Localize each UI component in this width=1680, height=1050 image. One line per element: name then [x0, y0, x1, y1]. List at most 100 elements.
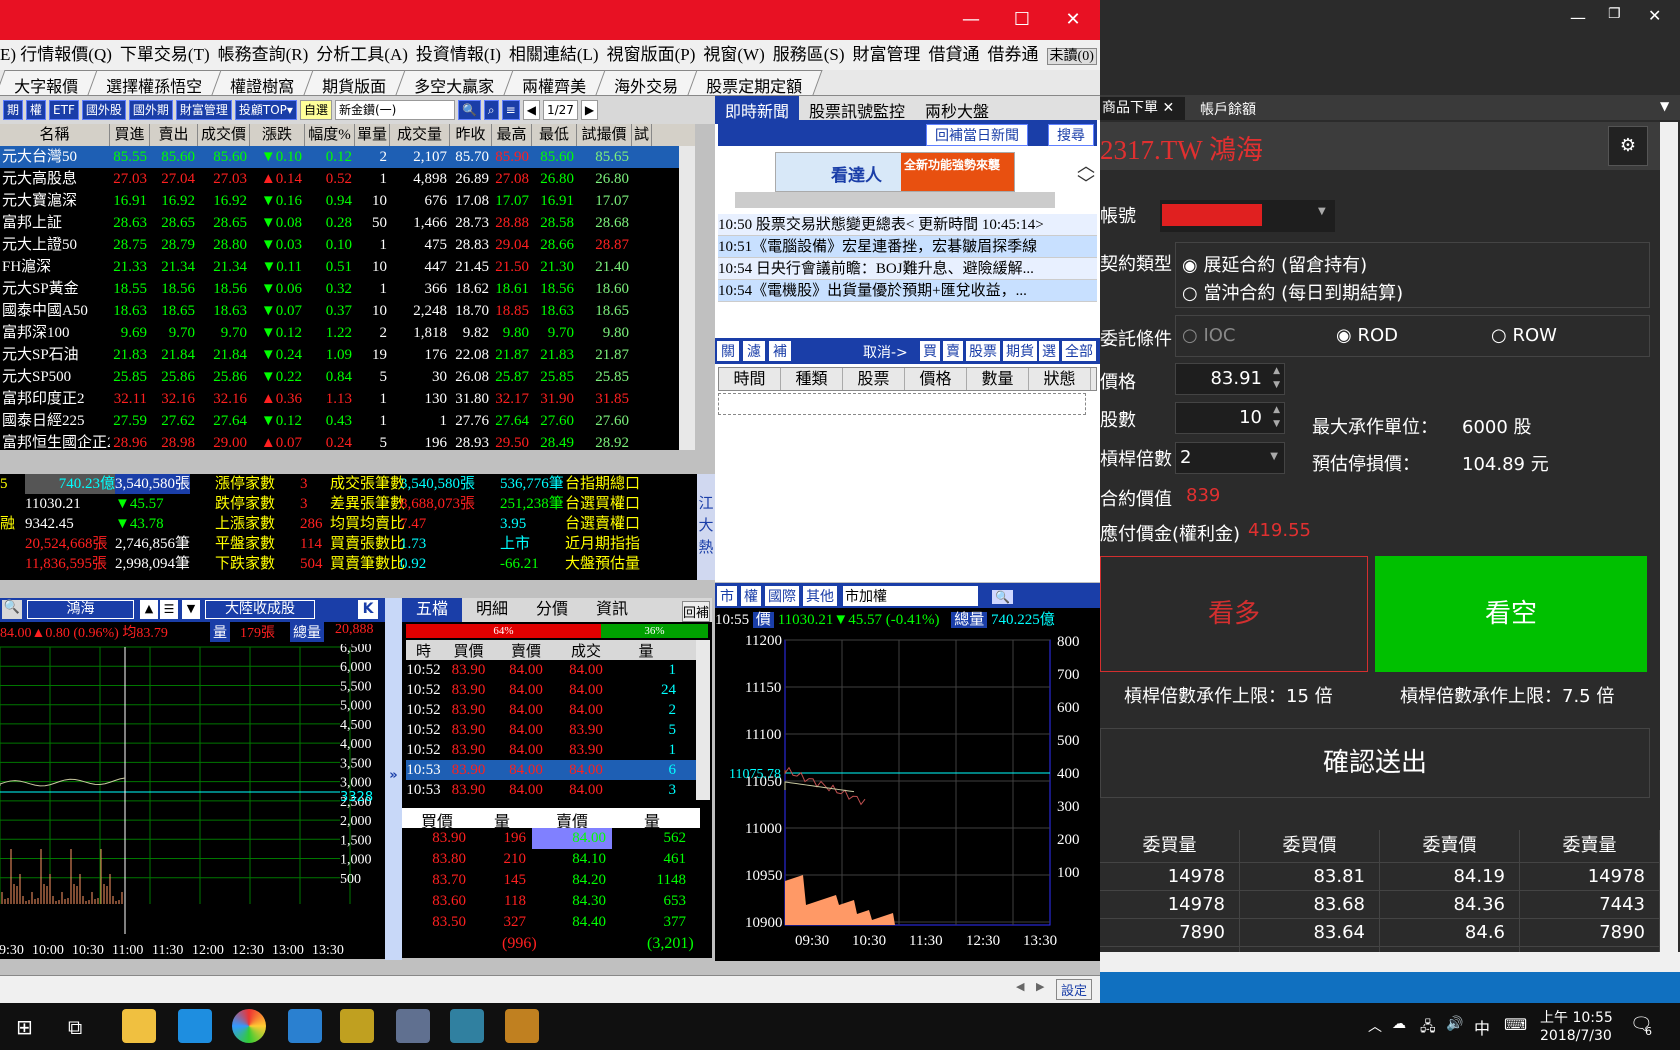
terminal-app-icon[interactable]: [450, 1009, 484, 1043]
ad-scrollbar[interactable]: [735, 192, 1055, 208]
five-tab[interactable]: 資訊: [582, 598, 642, 622]
search-icon[interactable]: 🔍: [2, 600, 22, 619]
book-row[interactable]: 83.70 145 84.20 1148: [402, 870, 700, 891]
toolbar-button[interactable]: 投顧TOP▾: [234, 100, 297, 120]
book-row[interactable]: 83.90 196 84.00 562: [402, 828, 700, 849]
contract-opt-daytrade[interactable]: ○ 當沖合約 (每日到期結算): [1182, 279, 1403, 305]
down-arrow-icon[interactable]: ▼: [182, 600, 200, 619]
task-view-icon[interactable]: ⧉: [68, 1015, 82, 1039]
quote-row[interactable]: 國泰中國A50 18.63 18.65 18.63 ▼0.07 0.37 10 2,248 18…: [0, 300, 695, 322]
zoom-icon[interactable]: ⌕: [483, 100, 499, 120]
rbook-row[interactable]: 14978 83.81 84.19 14978: [1100, 862, 1660, 891]
quote-row[interactable]: 富邦深100 9.69 9.70 9.70 ▼0.12 1.22 2 1,818 9.82 9.8…: [0, 322, 695, 344]
volume-icon[interactable]: 🔊: [1446, 1016, 1463, 1032]
menu-item[interactable]: 借貸通: [929, 45, 980, 64]
edge-browser-icon[interactable]: [178, 1009, 212, 1043]
news-search-button[interactable]: 搜尋: [1048, 124, 1094, 146]
order-tool-button[interactable]: 濾: [743, 341, 765, 361]
quote-row[interactable]: 國泰日經225 27.59 27.62 27.64 ▼0.12 0.43 1 1 27.76 27…: [0, 410, 695, 432]
tick-row[interactable]: 10:52 83.90 84.00 84.00 24: [406, 680, 696, 700]
order-filter-button[interactable]: 股票: [966, 341, 1000, 361]
app-scrollbar[interactable]: [1660, 122, 1678, 952]
expand-panel-button[interactable]: »: [385, 598, 402, 960]
quote-col-header[interactable]: 名稱: [0, 124, 110, 146]
chevron-down-icon[interactable]: ﹀: [1077, 170, 1095, 196]
menu-item[interactable]: E) 行情報價(Q): [0, 45, 112, 64]
cond-row[interactable]: ○ ROW: [1491, 325, 1557, 346]
page-prev-icon[interactable]: ◀: [522, 100, 540, 120]
menu-item[interactable]: 視窗版面(P): [607, 45, 696, 64]
ime-indicator[interactable]: 中: [1474, 1015, 1490, 1039]
order-tool-button[interactable]: 補: [769, 341, 791, 361]
account-select[interactable]: ▼: [1160, 200, 1335, 232]
quote-col-header[interactable]: 單量: [355, 124, 390, 146]
clock-time[interactable]: 上午 10:55: [1540, 1007, 1613, 1027]
tab-balance[interactable]: 帳戶餘額: [1200, 99, 1256, 119]
list-icon[interactable]: ☰: [160, 600, 178, 619]
menu-item[interactable]: 借券通: [988, 45, 1039, 64]
index-tool-button[interactable]: 市: [717, 586, 737, 606]
quote-row[interactable]: 富邦印度正2 32.11 32.16 32.16 ▲0.36 1.13 1 130 31.80 3…: [0, 388, 695, 410]
quote-col-header[interactable]: 最高: [492, 124, 532, 146]
network-icon[interactable]: 🖧: [1420, 1016, 1436, 1040]
tick-row[interactable]: 10:53 83.90 84.00 84.00 3: [406, 780, 696, 800]
summary-tab[interactable]: 大: [697, 514, 715, 534]
horizontal-scrollbar[interactable]: [1100, 952, 1680, 972]
rbook-row[interactable]: 7890 83.64 84.6 7890: [1100, 918, 1660, 947]
sort-icon[interactable]: ≡: [501, 100, 520, 120]
restore-icon[interactable]: ❐: [1608, 6, 1621, 22]
menu-item[interactable]: 視窗(W): [703, 45, 764, 64]
quote-row[interactable]: 元大高股息 27.03 27.04 27.03 ▲0.14 0.52 1 4,898 26.89…: [0, 168, 695, 190]
function-tab[interactable]: 海外交易: [595, 70, 699, 95]
order-filter-button[interactable]: 買: [920, 341, 940, 361]
menu-item[interactable]: 投資情報(I): [416, 45, 501, 64]
minimize-button[interactable]: —: [946, 0, 996, 40]
tick-row[interactable]: 10:52 83.90 84.00 83.90 5: [406, 720, 696, 740]
menu-item[interactable]: 帳務查詢(R): [218, 45, 309, 64]
quote-row[interactable]: 元大SP石油 21.83 21.84 21.84 ▼0.24 1.09 19 176 22.08…: [0, 344, 695, 366]
short-button[interactable]: 看空: [1375, 556, 1647, 672]
cond-ioc[interactable]: ○ IOC: [1182, 325, 1235, 346]
qty-input[interactable]: 10 ▲ ▼: [1175, 402, 1285, 434]
menu-item[interactable]: 相關連結(L): [509, 45, 599, 64]
order-filter-button[interactable]: 期貨: [1003, 341, 1037, 361]
toolbar-button[interactable]: 自選: [299, 100, 332, 120]
close-icon[interactable]: ✕: [1648, 6, 1661, 25]
clock-date[interactable]: 2018/7/30: [1540, 1028, 1612, 1044]
market-select[interactable]: 市加權: [843, 586, 978, 606]
quote-row[interactable]: 元大台灣50 85.55 85.60 85.60 ▼0.10 0.12 2 2,107 85.7…: [0, 146, 695, 168]
menu-item[interactable]: 財富管理: [853, 45, 921, 64]
quote-row[interactable]: 富邦恒生國企正2 28.96 28.98 29.00 ▲0.07 0.24 5 196 28.9…: [0, 432, 695, 450]
quote-col-header[interactable]: 幅度%: [305, 124, 355, 146]
chevron-up-icon[interactable]: ︿: [1368, 1016, 1382, 1036]
refill-button[interactable]: 回補: [681, 601, 710, 622]
submit-button[interactable]: 確認送出: [1100, 728, 1650, 798]
toolbar-button[interactable]: ETF: [49, 100, 79, 120]
index-tool-button[interactable]: 其他: [803, 586, 837, 606]
news-item[interactable]: 10:50 股票交易狀態變更總表< 更新時間 10:45:14>: [718, 214, 1097, 236]
search-icon[interactable]: 🔍: [457, 100, 481, 120]
long-button[interactable]: 看多: [1100, 556, 1368, 672]
news-item[interactable]: 10:51《電腦設備》宏星連番挫，宏碁皺眉探季線: [718, 236, 1097, 258]
five-tab[interactable]: 明細: [462, 598, 522, 622]
leverage-select[interactable]: 2 ▼: [1175, 442, 1285, 474]
function-tab[interactable]: 權證樹窩: [211, 70, 315, 95]
function-tab[interactable]: 兩權齊美: [503, 70, 607, 95]
rbook-row[interactable]: 14978 83.68 84.36 7443: [1100, 890, 1660, 919]
minimize-icon[interactable]: —: [1570, 8, 1586, 27]
toolbar-button[interactable]: 國外股: [81, 100, 126, 120]
quote-row[interactable]: 元大SP黃金 18.55 18.56 18.56 ▼0.06 0.32 1 366 18.62 1…: [0, 278, 695, 300]
maximize-button[interactable]: ☐: [997, 0, 1047, 40]
settings-button[interactable]: 設定: [1056, 979, 1093, 1000]
quote-row[interactable]: 元大寶滬深 16.91 16.92 16.92 ▼0.16 0.94 10 676 17.08 1…: [0, 190, 695, 212]
menu-item[interactable]: 服務區(S): [773, 45, 845, 64]
quote-col-header[interactable]: 賣出: [150, 124, 198, 146]
quote-col-header[interactable]: 試: [632, 124, 652, 146]
unread-button[interactable]: 未讀(0): [1046, 48, 1097, 65]
quote-scrollbar[interactable]: [679, 146, 695, 450]
order-app-icon[interactable]: [505, 1009, 539, 1043]
order-filter-button[interactable]: 選: [1039, 341, 1059, 361]
news-item[interactable]: 10:54《電機股》出貨量優於預期+匯兌收益，...: [718, 280, 1097, 302]
scroll-right-icon[interactable]: ▶: [1036, 980, 1044, 993]
quote-col-header[interactable]: 昨收: [450, 124, 492, 146]
